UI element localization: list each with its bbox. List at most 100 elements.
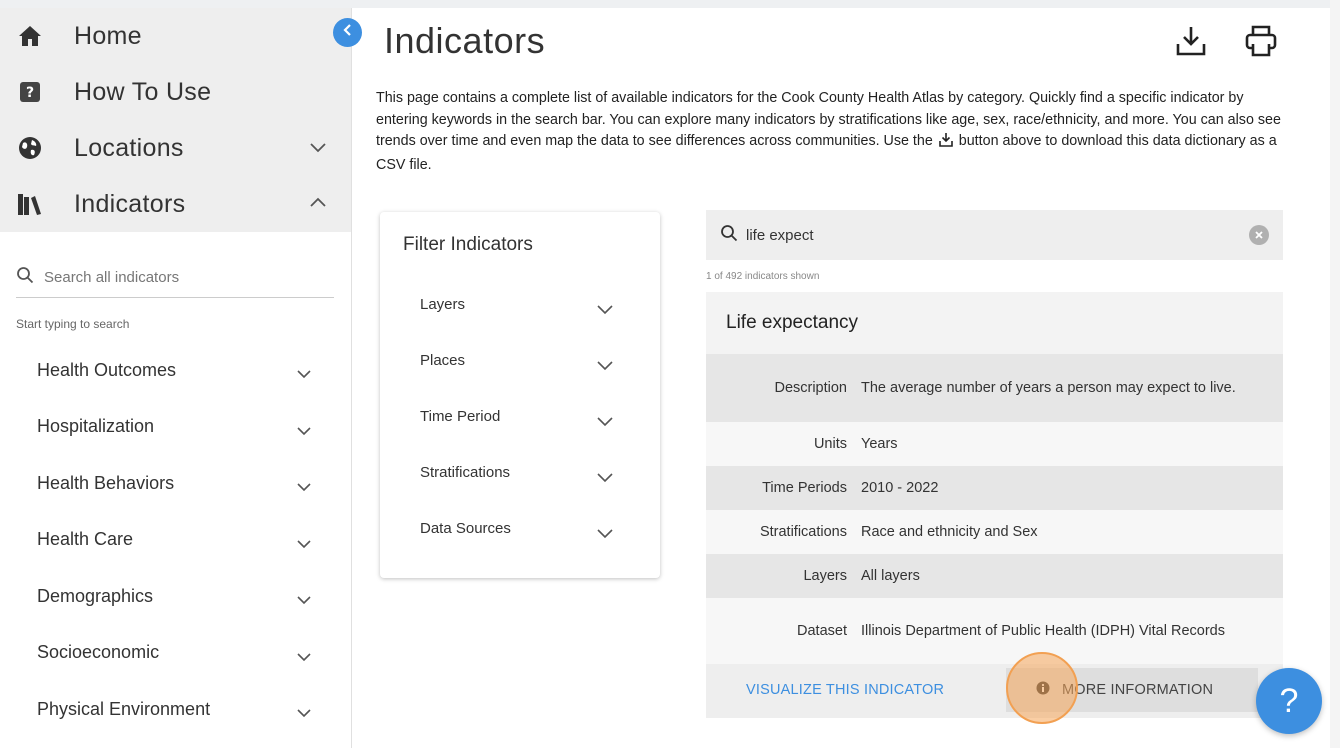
question-box-icon: ? xyxy=(16,78,44,106)
filter-label: Layers xyxy=(420,296,466,313)
filter-label: Data Sources xyxy=(420,520,511,537)
chevron-down-icon xyxy=(296,705,312,723)
sidebar-search[interactable]: Search all indicators xyxy=(16,258,334,298)
main-content: Indicators This page contains a complete… xyxy=(376,0,1296,748)
category-health-behaviors[interactable]: Health Behaviors xyxy=(0,455,352,512)
detail-row: Description The average number of years … xyxy=(706,354,1283,422)
sidebar-item-label: Locations xyxy=(74,133,184,162)
filter-places[interactable]: Places xyxy=(420,352,630,382)
scrollbar[interactable] xyxy=(1330,0,1340,748)
filter-label: Places xyxy=(420,352,466,369)
detail-value: Race and ethnicity and Sex xyxy=(861,523,1038,540)
print-icon[interactable] xyxy=(1244,24,1278,58)
indicator-card: Life expectancy Description The average … xyxy=(706,292,1283,718)
chevron-down-icon xyxy=(596,358,614,376)
filter-time-period[interactable]: Time Period xyxy=(420,408,630,438)
chevron-left-icon xyxy=(342,23,354,42)
chevron-down-icon[interactable] xyxy=(309,140,327,158)
books-icon xyxy=(16,190,44,218)
category-socioeconomic[interactable]: Socioeconomic xyxy=(0,625,352,682)
visualize-indicator-link[interactable]: VISUALIZE THIS INDICATOR xyxy=(746,682,944,698)
clear-search-button[interactable] xyxy=(1249,225,1269,245)
download-inline-icon xyxy=(938,132,954,155)
intro-text: This page contains a complete list of av… xyxy=(376,88,1296,176)
indicator-search-input[interactable]: life expect xyxy=(746,227,814,244)
sidebar-item-indicators[interactable]: Indicators xyxy=(0,176,351,232)
chevron-down-icon xyxy=(596,470,614,488)
filter-title: Filter Indicators xyxy=(403,234,533,255)
detail-value: Illinois Department of Public Health (ID… xyxy=(861,622,1225,639)
sidebar-search-input[interactable]: Search all indicators xyxy=(44,269,179,286)
detail-row: Layers All layers xyxy=(706,554,1283,598)
detail-key: Description xyxy=(774,380,847,396)
search-hint: Start typing to search xyxy=(16,317,130,331)
chevron-down-icon xyxy=(296,423,312,441)
more-information-label: MORE INFORMATION xyxy=(1062,682,1214,698)
category-label: Socioeconomic xyxy=(37,642,160,663)
indicator-search[interactable]: life expect xyxy=(706,210,1283,260)
detail-key: Time Periods xyxy=(762,480,847,496)
category-label: Physical Environment xyxy=(37,698,211,719)
sidebar-item-label: Indicators xyxy=(74,189,186,218)
chevron-up-icon[interactable] xyxy=(309,196,327,214)
category-label: Hospitalization xyxy=(37,416,155,437)
sidebar-item-home[interactable]: Home xyxy=(0,8,351,64)
chevron-down-icon xyxy=(596,526,614,544)
detail-key: Dataset xyxy=(797,623,847,639)
filter-stratifications[interactable]: Stratifications xyxy=(420,464,630,494)
detail-key: Stratifications xyxy=(759,524,847,540)
result-count: 1 of 492 indicators shown xyxy=(706,270,820,282)
chevron-down-icon xyxy=(296,479,312,497)
sidebar-item-label: How To Use xyxy=(74,77,212,106)
chevron-down-icon xyxy=(596,302,614,320)
chevron-down-icon xyxy=(296,366,312,384)
page-title: Indicators xyxy=(384,20,546,61)
chevron-down-icon xyxy=(296,536,312,554)
category-list: Health Outcomes Hospitalization Health B… xyxy=(0,342,352,738)
sidebar-item-locations[interactable]: Locations xyxy=(0,120,351,176)
detail-key: Layers xyxy=(803,568,847,584)
category-label: Health Care xyxy=(37,529,134,550)
detail-key: Units xyxy=(813,436,847,452)
sidebar-item-how-to-use[interactable]: ? How To Use xyxy=(0,64,351,120)
detail-value: Years xyxy=(861,435,898,452)
category-hospitalization[interactable]: Hospitalization xyxy=(0,399,352,456)
card-actions: VISUALIZE THIS INDICATOR MORE INFORMATIO… xyxy=(706,664,1283,718)
detail-value: 2010 - 2022 xyxy=(861,479,939,496)
globe-icon xyxy=(16,134,44,162)
search-icon xyxy=(720,224,738,247)
filter-label: Time Period xyxy=(420,408,501,425)
filter-layers[interactable]: Layers xyxy=(420,296,630,326)
detail-row: Time Periods 2010 - 2022 xyxy=(706,466,1283,510)
collapse-sidebar-button[interactable] xyxy=(333,18,362,47)
download-icon[interactable] xyxy=(1174,24,1208,58)
detail-row: Units Years xyxy=(706,422,1283,466)
chevron-down-icon xyxy=(596,414,614,432)
results-panel: life expect 1 of 492 indicators shown Li… xyxy=(706,210,1283,718)
svg-text:?: ? xyxy=(26,85,34,101)
category-health-care[interactable]: Health Care xyxy=(0,512,352,569)
detail-value: All layers xyxy=(861,567,920,584)
filter-panel: Filter Indicators Layers Places Time Per… xyxy=(380,212,660,578)
close-icon xyxy=(1255,231,1263,239)
detail-row: Stratifications Race and ethnicity and S… xyxy=(706,510,1283,554)
filter-data-sources[interactable]: Data Sources xyxy=(420,520,630,550)
sidebar-item-label: Home xyxy=(74,21,142,50)
chevron-down-icon xyxy=(296,649,312,667)
category-label: Health Outcomes xyxy=(37,359,177,380)
home-icon xyxy=(16,22,44,50)
category-label: Health Behaviors xyxy=(37,472,175,493)
filter-label: Stratifications xyxy=(420,464,511,481)
search-icon xyxy=(16,266,34,289)
category-demographics[interactable]: Demographics xyxy=(0,568,352,625)
detail-row: Dataset Illinois Department of Public He… xyxy=(706,598,1283,664)
sidebar: Home ? How To Use Locations Indicators S… xyxy=(0,8,352,748)
detail-value: The average number of years a person may… xyxy=(861,379,1236,396)
help-button[interactable]: ? xyxy=(1256,668,1322,734)
click-indicator xyxy=(1006,652,1078,724)
category-label: Demographics xyxy=(37,585,154,606)
chevron-down-icon xyxy=(296,592,312,610)
category-physical-environment[interactable]: Physical Environment xyxy=(0,681,352,738)
sidebar-nav: Home ? How To Use Locations Indicators xyxy=(0,8,351,232)
category-health-outcomes[interactable]: Health Outcomes xyxy=(0,342,352,399)
